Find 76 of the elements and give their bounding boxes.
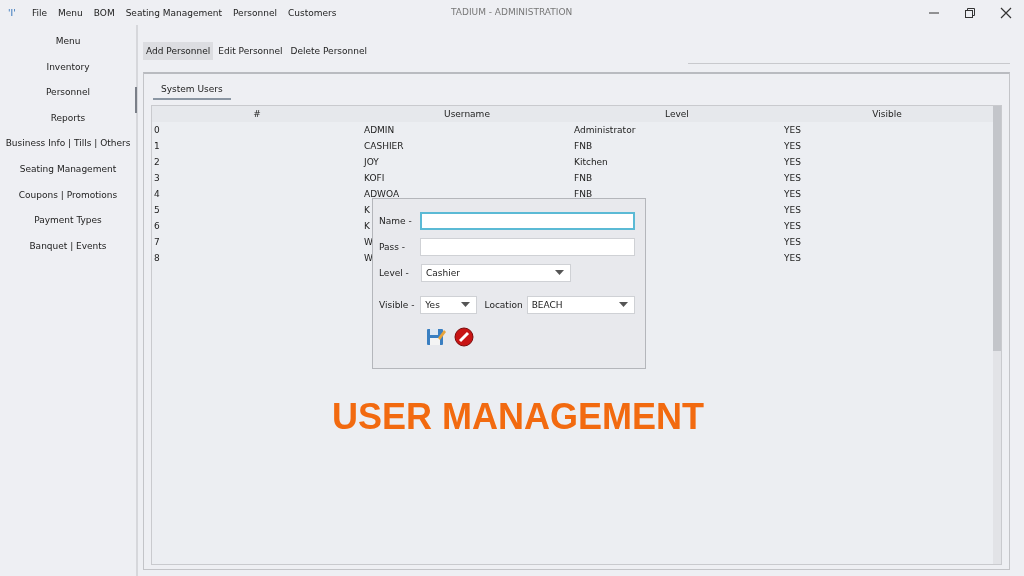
table-cell: YES [784,253,801,263]
table-cell: KOFI [364,173,385,183]
table-cell: ADMIN [364,125,395,135]
table-cell: Administrator [574,125,636,135]
column-header[interactable]: Username [362,109,572,119]
sidebar-item[interactable]: Payment Types [0,215,136,241]
sidebar-item[interactable]: Inventory [0,61,136,88]
save-icon[interactable] [426,327,446,347]
column-header[interactable]: # [152,109,362,119]
scrollbar-thumb[interactable] [993,106,1001,351]
sidebar-item[interactable]: Seating Management [0,163,136,190]
table-cell: Kitchen [574,157,608,167]
table-cell: 8 [154,253,160,263]
table-cell: YES [784,157,801,167]
menu-bar-entry[interactable]: Seating Management [125,7,222,18]
visible-dropdown[interactable]: Yes [420,295,477,314]
table-cell: K [364,221,370,231]
name-field[interactable] [420,211,635,230]
toolbar-button[interactable]: Delete Personnel [287,42,370,60]
sidebar-item[interactable]: Business Info | Tills | Others [0,138,136,164]
field-label: Location [484,299,523,310]
field-label: Name - [379,215,413,226]
table-cell: CASHIER [364,141,404,151]
table-cell: YES [784,173,801,183]
table-cell: ADWOA [364,189,400,199]
table-cell: YES [784,189,801,199]
sidebar-item[interactable]: Reports [0,112,136,139]
window-title: TADIUM - ADMINISTRATION [451,7,573,17]
table-cell: JOY [364,157,379,167]
tab[interactable]: System Users [153,81,231,100]
table-cell: FNB [574,173,593,183]
caret-icon [555,270,564,275]
menu-bar-entry[interactable]: Customers [288,7,337,18]
field-label: Pass - [379,241,407,252]
table-cell: 3 [154,173,160,183]
location-dropdown[interactable]: BEACH [526,295,635,314]
table-cell: YES [784,141,801,151]
table-cell: 0 [154,125,160,135]
overlay-title: USER MANAGEMENT [332,396,704,438]
sidebar-item[interactable]: Personnel [1,87,137,113]
toolbar-button[interactable]: Add Personnel [143,42,214,60]
cancel-icon[interactable] [454,327,474,347]
menu-bar-entry[interactable]: File [32,7,48,18]
restore-icon[interactable] [964,6,976,19]
field-label: Level - [379,267,410,278]
table-cell: 5 [154,205,160,215]
table-cell: FNB [574,141,593,151]
menu-bar-entry[interactable]: Personnel [233,7,277,18]
table-cell: 6 [154,221,160,231]
table-cell: YES [784,221,801,231]
table-cell: FNB [574,189,593,199]
caret-icon [619,302,628,307]
sidebar-item[interactable]: Coupons | Promotions [0,189,136,216]
app-logo: 'I' [8,7,17,18]
menu-bar-entry[interactable]: Menu [58,7,83,18]
table-cell: K [364,205,370,215]
table-cell: YES [784,205,801,215]
menu-bar-entry[interactable]: BOM [93,7,115,18]
table-cell: YES [784,237,801,247]
caret-icon [460,302,470,307]
table-cell: 1 [154,141,160,151]
close-icon[interactable] [1000,6,1012,19]
table-cell: 4 [154,189,160,199]
sidebar-item[interactable]: Menu [0,36,136,62]
column-header[interactable]: Visible [782,109,992,119]
table-cell: 2 [154,157,160,167]
toolbar-button[interactable]: Edit Personnel [215,42,286,60]
table-cell: 7 [154,237,160,247]
column-header[interactable]: Level [572,109,782,119]
field-label: Visible - [379,299,416,310]
level-dropdown[interactable]: Cashier [421,263,571,282]
sidebar-item[interactable]: Banquet | Events [0,240,136,267]
password-field[interactable] [420,237,635,256]
table-cell: W [364,253,373,263]
table-cell: W [364,237,373,247]
table-cell: YES [784,125,801,135]
